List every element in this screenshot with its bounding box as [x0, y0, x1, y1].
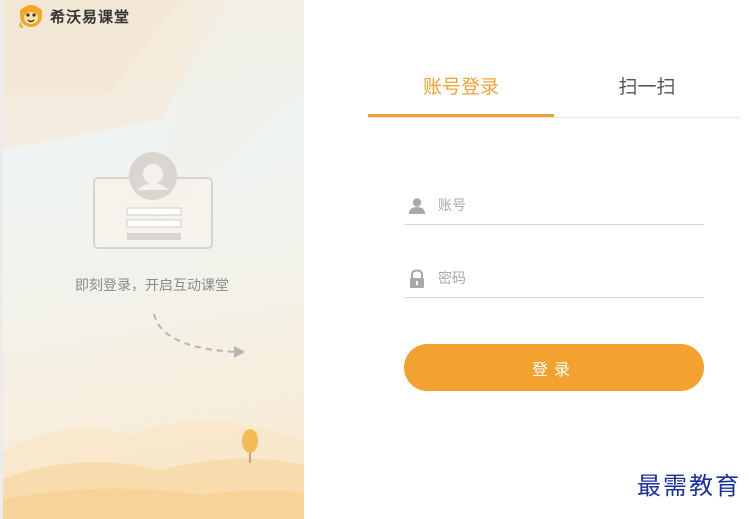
hills-illustration: [0, 421, 304, 519]
login-button[interactable]: 登录: [404, 344, 704, 391]
user-icon: [406, 195, 428, 217]
watermark-text: 最需教育: [637, 472, 741, 500]
tab-scan-qr[interactable]: 扫一扫: [554, 72, 740, 116]
login-prompt-caption: 即刻登录，开启互动课堂: [75, 278, 229, 294]
lock-icon: [406, 268, 428, 290]
password-field: [404, 261, 704, 298]
tab-account-login[interactable]: 账号登录: [368, 72, 554, 117]
panel-edge: [0, 0, 3, 519]
brand-logo: 希沃易课堂: [18, 3, 130, 29]
dashed-arrow-icon: [153, 313, 245, 358]
account-field: [404, 188, 704, 225]
brand-name: 希沃易课堂: [50, 7, 131, 26]
left-illustration-panel: 希沃易课堂 即刻登录，开启互动课堂: [0, 0, 304, 519]
account-input[interactable]: [436, 197, 690, 215]
user-card-icon: [93, 152, 213, 249]
login-tabs: 账号登录 扫一扫: [368, 72, 740, 118]
monkey-face-logo-icon: [19, 5, 42, 28]
password-input[interactable]: [436, 270, 690, 288]
